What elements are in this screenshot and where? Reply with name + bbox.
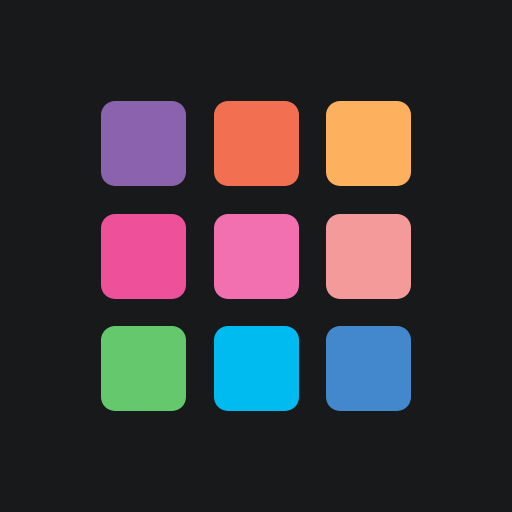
tile-magenta[interactable] <box>101 213 186 299</box>
tile-grid <box>101 101 411 411</box>
app-screen <box>0 0 512 512</box>
tile-purple[interactable] <box>101 101 186 186</box>
tile-orange-red[interactable] <box>213 101 299 186</box>
tile-pink[interactable] <box>213 213 299 299</box>
tile-salmon[interactable] <box>326 213 411 299</box>
tile-green[interactable] <box>101 326 186 411</box>
tile-orange[interactable] <box>326 101 411 186</box>
tile-blue[interactable] <box>326 326 411 411</box>
tile-cyan[interactable] <box>213 326 299 411</box>
